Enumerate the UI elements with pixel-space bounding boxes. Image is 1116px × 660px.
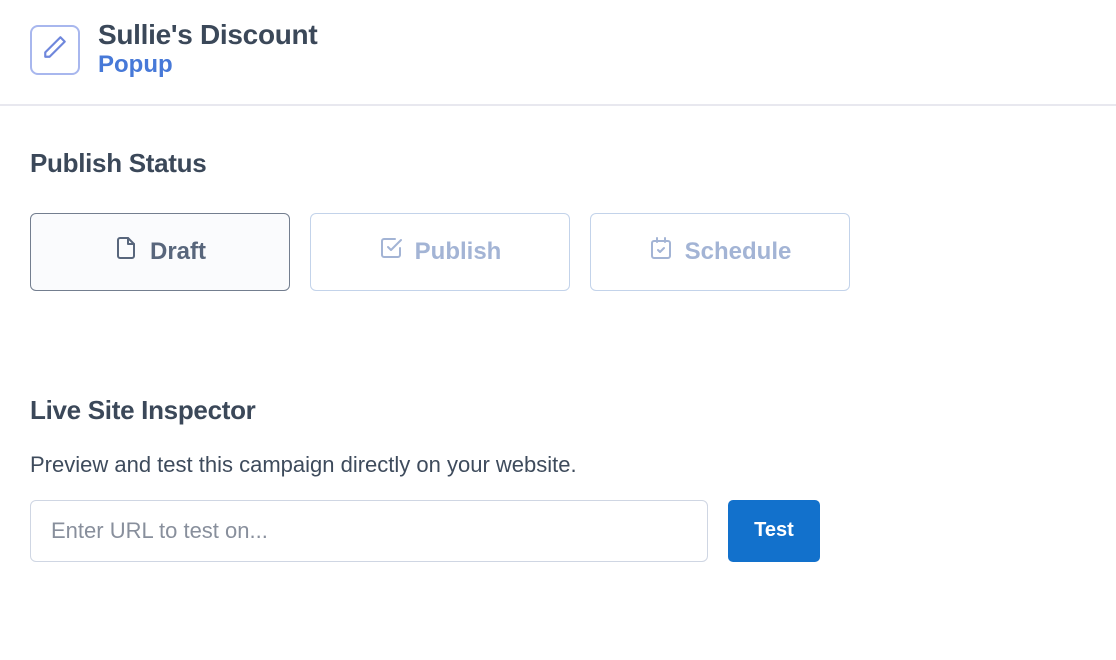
inspector-heading: Live Site Inspector	[30, 395, 1086, 426]
publish-status-group: Draft Publish Schedule	[30, 213, 1086, 291]
inspector-description: Preview and test this campaign directly …	[30, 452, 1086, 478]
inspector-test-button[interactable]: Test	[728, 500, 820, 562]
pencil-icon	[42, 34, 68, 65]
campaign-title-group: Sullie's Discount Popup	[98, 20, 317, 80]
body: Publish Status Draft Publish	[0, 106, 1116, 592]
file-icon	[114, 236, 138, 267]
status-schedule-label: Schedule	[685, 238, 792, 266]
status-publish-label: Publish	[415, 238, 502, 266]
status-draft-label: Draft	[150, 238, 206, 266]
status-publish-button[interactable]: Publish	[310, 213, 570, 291]
campaign-title: Sullie's Discount	[98, 20, 317, 51]
publish-status-heading: Publish Status	[30, 148, 1086, 179]
campaign-header: Sullie's Discount Popup	[0, 0, 1116, 106]
calendar-icon	[649, 236, 673, 267]
inspector-url-input[interactable]	[30, 500, 708, 562]
status-draft-button[interactable]: Draft	[30, 213, 290, 291]
status-schedule-button[interactable]: Schedule	[590, 213, 850, 291]
inspector-input-row: Test	[30, 500, 1086, 562]
campaign-type: Popup	[98, 51, 317, 80]
check-square-icon	[379, 236, 403, 267]
edit-campaign-badge[interactable]	[30, 25, 80, 75]
